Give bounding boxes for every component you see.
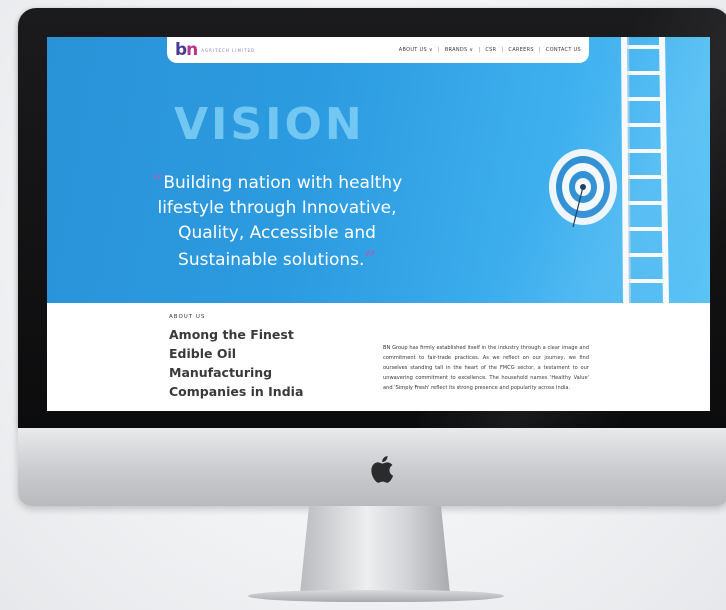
nav-separator: | — [538, 47, 541, 53]
ladder-icon — [621, 37, 669, 303]
about-section: ABOUT US Among the Finest Edible Oil Man… — [47, 303, 710, 411]
logo-subtext: AGRITECH LIMITED — [201, 47, 256, 53]
nav-links: ABOUT US ∨ | BRANDS ∨ | CSR | CAREERS | … — [399, 47, 581, 53]
vision-heading: VISION — [174, 99, 365, 150]
nav-item-about-us[interactable]: ABOUT US ∨ — [399, 47, 433, 53]
hero-banner: bn AGRITECH LIMITED ABOUT US ∨ | BRANDS … — [47, 37, 710, 303]
monitor-screen: bn AGRITECH LIMITED ABOUT US ∨ | BRANDS … — [47, 37, 710, 411]
nav-separator: | — [478, 47, 481, 53]
logo-mark: bn — [175, 40, 198, 60]
about-tag: ABOUT US — [169, 314, 206, 320]
vision-quote: “Building nation with healthy lifestyle … — [127, 169, 427, 273]
imac-mockup-scene: bn AGRITECH LIMITED ABOUT US ∨ | BRANDS … — [0, 0, 726, 610]
quote-close-mark: ” — [364, 246, 376, 270]
quote-open-mark: “ — [151, 169, 164, 193]
monitor-stand-foot — [248, 590, 504, 602]
nav-item-brands[interactable]: BRANDS ∨ — [445, 47, 474, 53]
monitor-stand-neck — [300, 506, 450, 594]
nav-item-csr[interactable]: CSR — [485, 47, 496, 53]
nav-separator: | — [437, 47, 440, 53]
about-title: Among the Finest Edible Oil Manufacturin… — [169, 327, 304, 399]
nav-separator: | — [501, 47, 504, 53]
nav-item-contact-us[interactable]: CONTACT US — [546, 47, 581, 53]
apple-logo-icon — [371, 456, 394, 483]
brand-logo[interactable]: bn AGRITECH LIMITED — [175, 40, 255, 60]
about-body: BN Group has firmly established itself i… — [383, 345, 589, 391]
top-navbar: bn AGRITECH LIMITED ABOUT US ∨ | BRANDS … — [167, 37, 589, 63]
nav-item-careers[interactable]: CAREERS — [508, 47, 533, 53]
